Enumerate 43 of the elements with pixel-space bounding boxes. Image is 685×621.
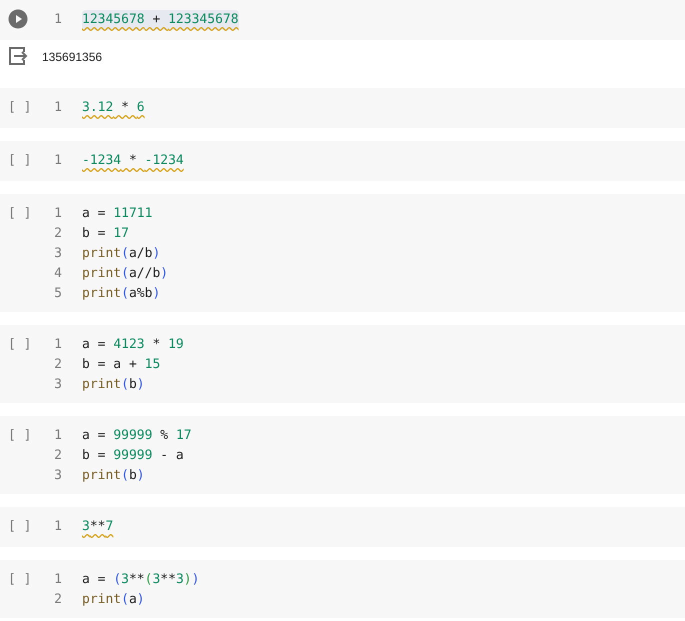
run-cell-button[interactable]: [ ] [8,98,32,118]
code-line: print(a//b) [82,265,168,283]
run-cell-button[interactable]: [ ] [8,335,32,355]
code-line: a = 11711 [82,205,152,223]
line-number: 2 [53,447,62,466]
line-number: 1 [53,205,62,224]
line-number: 1 [53,427,62,446]
line-number: 2 [53,225,62,244]
line-number: 5 [53,285,62,304]
line-number: 1 [53,11,62,30]
run-button[interactable] [8,9,28,29]
code-line: print(a/b) [82,245,160,263]
code-line: b = a + 15 [82,356,160,374]
code-line: a = (3**(3**3)) [82,571,200,589]
line-number: 1 [53,518,62,536]
code-line: print(b) [82,467,145,485]
line-number: 1 [53,571,62,590]
code-line: a = 99999 % 17 [82,427,192,445]
run-cell-button[interactable]: [ ] [8,426,32,446]
code-line: print(a%b) [82,285,160,303]
run-cell-button[interactable]: [ ] [8,151,32,171]
line-number: 2 [53,591,62,610]
line-number: 1 [53,99,62,118]
run-cell-button[interactable]: [ ] [8,517,32,537]
code-line: 3.12 * 6 [82,99,145,117]
line-number: 3 [53,245,62,264]
run-cell-button[interactable]: [ ] [8,570,32,590]
code-line: print(b) [82,376,145,394]
line-number: 1 [53,336,62,354]
line-number: 3 [53,467,62,486]
code-line: b = 17 [82,225,129,243]
output-text: 135691356 [42,49,102,66]
code-line: a = 4123 * 19 [82,336,184,354]
line-number: 1 [53,152,62,170]
line-number: 3 [53,376,62,394]
code-line: 3**7 [82,518,114,536]
code-line: print(a) [82,591,145,609]
output-icon [8,47,28,65]
code-line: -1234 * -1234 [82,152,184,170]
line-number: 4 [53,265,62,284]
run-cell-button[interactable]: [ ] [8,204,32,224]
code-line: b = 99999 - a [82,447,184,465]
line-number: 2 [53,356,62,374]
